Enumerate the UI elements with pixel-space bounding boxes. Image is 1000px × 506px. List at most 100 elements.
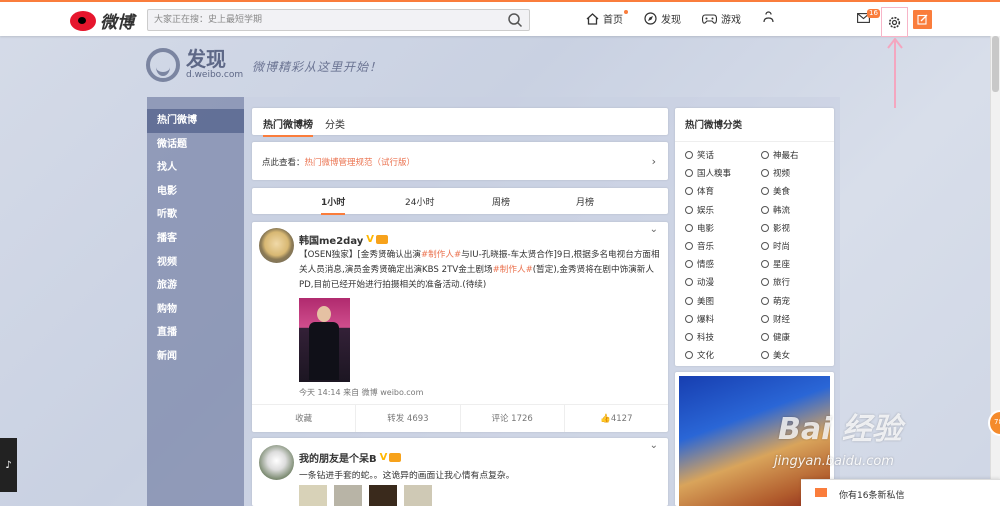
verified-v-icon: V [379, 452, 388, 463]
tab-1-hour[interactable]: 1小时 [321, 195, 346, 215]
discover-logo[interactable]: 发现 d.weibo.com [146, 48, 243, 82]
category-item[interactable]: 星座 [761, 258, 790, 270]
notice-link[interactable]: 热门微博管理规范（试行版） [305, 158, 416, 168]
tab-weekly[interactable]: 周榜 [492, 195, 510, 208]
baidu-watermark: Bai 经验 jingyan.baidu.com [774, 400, 964, 469]
sidebar-item-topics[interactable]: 微话题 [147, 133, 244, 157]
category-item[interactable]: 科技 [685, 331, 714, 343]
avatar[interactable] [259, 445, 294, 480]
sidebar-item-news[interactable]: 新闻 [147, 345, 244, 369]
category-item[interactable]: 体育 [685, 185, 714, 197]
sidebar-item-shopping[interactable]: 购物 [147, 298, 244, 322]
category-item[interactable]: 时尚 [761, 240, 790, 252]
category-item[interactable]: 笑话 [685, 149, 714, 161]
music-player-tab[interactable]: ♪ [0, 438, 17, 492]
notice-banner[interactable]: 点此查看：热门微博管理规范（试行版） › [252, 142, 668, 180]
category-label: 星座 [773, 260, 791, 271]
sidebar-item-movies[interactable]: 电影 [147, 180, 244, 204]
category-item[interactable]: 财经 [761, 313, 790, 325]
category-item[interactable]: 音乐 [685, 240, 714, 252]
nav-home-label: 首页 [603, 15, 623, 26]
category-item[interactable]: 萌宠 [761, 295, 790, 307]
category-label: 视频 [773, 169, 791, 180]
post-image[interactable] [299, 298, 350, 382]
tab-categories[interactable]: 分类 [325, 116, 345, 131]
nav-games[interactable]: 游戏 [702, 11, 741, 26]
category-label: 萌宠 [773, 296, 791, 307]
scrollbar-thumb[interactable] [992, 36, 999, 92]
search-box [147, 9, 530, 31]
category-item[interactable]: 动漫 [685, 276, 714, 288]
sidebar-item-live[interactable]: 直播 [147, 321, 244, 345]
category-item[interactable]: 电影 [685, 222, 714, 234]
search-input[interactable] [148, 10, 498, 30]
hashtag-link[interactable]: #制作人# [421, 250, 461, 260]
category-icon [761, 169, 769, 178]
repost-button[interactable]: 转发 4693 [355, 405, 459, 432]
post-image-thumb[interactable] [404, 485, 432, 506]
category-label: 韩流 [773, 205, 791, 216]
sidebar-item-music[interactable]: 听歌 [147, 203, 244, 227]
category-item[interactable]: 神最右 [761, 149, 799, 161]
category-icon [685, 333, 693, 341]
post-image-thumb[interactable] [334, 485, 362, 506]
category-item[interactable]: 旅行 [761, 276, 790, 288]
favorite-button[interactable]: 收藏 [252, 405, 355, 432]
category-icon [761, 314, 769, 323]
post-username[interactable]: 我的朋友是个呆B [299, 450, 377, 465]
settings-button[interactable] [881, 7, 908, 37]
verified-v-icon: V [366, 234, 375, 245]
chevron-down-icon[interactable]: ⌄ [650, 440, 658, 451]
sidebar-item-podcast[interactable]: 播客 [147, 227, 244, 251]
category-item[interactable]: 美食 [761, 185, 790, 197]
top-navbar: 微博 首页 发现 游戏 [0, 0, 1000, 37]
discover-subtitle: d.weibo.com [186, 70, 244, 80]
like-button[interactable]: 👍4127 [563, 405, 668, 432]
category-item[interactable]: 国人糗事 [685, 167, 731, 179]
category-item[interactable]: 视频 [761, 167, 790, 179]
sidebar-item-video[interactable]: 视频 [147, 251, 244, 275]
category-item[interactable]: 美图 [685, 295, 714, 307]
sidebar-item-find-people[interactable]: 找人 [147, 156, 244, 180]
category-item[interactable]: 情感 [685, 258, 714, 270]
weibo-logo[interactable]: 微博 [70, 8, 134, 33]
category-item[interactable]: 影视 [761, 222, 790, 234]
category-item[interactable]: 娱乐 [685, 204, 714, 216]
category-icon [685, 223, 693, 232]
feed-post: 韩国me2day V ⌄ 【OSEN独家】[金秀贤确认出演#制作人#与IU-孔晓… [252, 222, 668, 432]
tab-monthly[interactable]: 月榜 [576, 195, 594, 208]
nav-games-label: 游戏 [721, 15, 741, 26]
category-icon [761, 205, 769, 214]
sidebar-item-hot-weibo[interactable]: 热门微博 [147, 109, 244, 133]
category-item[interactable]: 美女 [761, 349, 790, 361]
nav-discover-label: 发现 [661, 15, 681, 26]
category-icon [685, 351, 693, 360]
category-item[interactable]: 爆料 [685, 313, 714, 325]
sidebar-item-travel[interactable]: 旅游 [147, 274, 244, 298]
time-range-tabs: 1小时 24小时 周榜 月榜 [252, 188, 668, 215]
message-count-badge: 16 [867, 9, 880, 18]
post-text-part: 【OSEN独家】[金秀贤确认出演 [299, 250, 421, 260]
private-message-bar[interactable]: 你有16条新私信 [801, 479, 1000, 506]
post-image-thumb[interactable] [369, 485, 397, 506]
category-label: 笑话 [697, 151, 715, 161]
nav-discover[interactable]: 发现 [644, 11, 681, 26]
tab-24-hours[interactable]: 24小时 [405, 195, 434, 208]
comment-button[interactable]: 评论 1726 [459, 405, 564, 432]
chevron-down-icon[interactable]: ⌄ [650, 224, 658, 235]
chevron-right-icon: › [651, 155, 656, 168]
category-item[interactable]: 韩流 [761, 204, 790, 216]
nav-profile[interactable] [762, 11, 779, 23]
post-username[interactable]: 韩国me2day [299, 232, 363, 247]
hashtag-link[interactable]: #制作人# [493, 265, 533, 275]
compose-button[interactable] [913, 10, 932, 29]
category-label: 动漫 [697, 278, 715, 289]
avatar[interactable] [259, 228, 294, 263]
category-item[interactable]: 健康 [761, 331, 790, 343]
search-icon[interactable] [507, 12, 523, 28]
nav-home[interactable]: 首页 [586, 10, 628, 26]
category-item[interactable]: 文化 [685, 349, 714, 361]
tab-hot-ranking[interactable]: 热门微博榜 [263, 116, 313, 137]
post-image-thumb[interactable] [299, 485, 327, 506]
discover-title: 发现 [186, 47, 226, 71]
